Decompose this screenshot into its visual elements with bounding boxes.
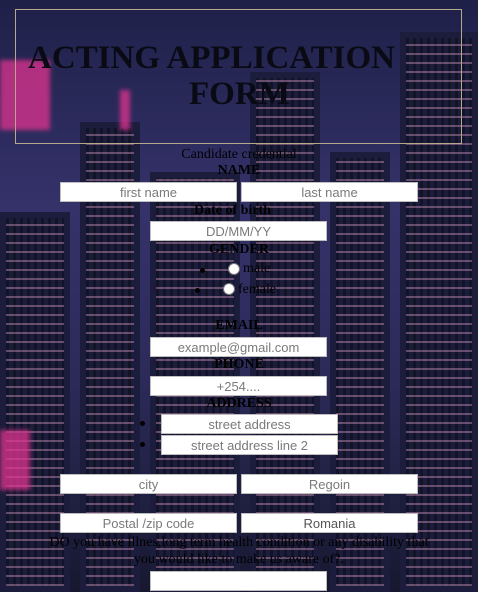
first-name-input[interactable]	[60, 182, 237, 202]
street-address-input[interactable]	[161, 414, 338, 434]
email-label: EMAIL	[215, 318, 263, 333]
health-question-line-1: DO you have illnes,long term health cond…	[49, 535, 429, 550]
address-label: ADDRESS	[206, 396, 272, 411]
gender-label: GENDER	[209, 242, 269, 257]
postal-code-input[interactable]	[60, 513, 237, 533]
region-input[interactable]	[241, 474, 418, 494]
street-address-line2-input[interactable]	[161, 435, 338, 455]
dob-input[interactable]	[150, 221, 327, 241]
name-label: NAME	[217, 163, 261, 178]
last-name-input[interactable]	[241, 182, 418, 202]
list-bullet	[195, 288, 200, 293]
gender-female-label: female	[238, 282, 277, 297]
email-input[interactable]	[150, 337, 327, 357]
health-answer-input[interactable]	[150, 571, 327, 591]
gender-male-radio[interactable]	[228, 263, 240, 275]
phone-label: PHONE	[214, 357, 264, 372]
section-heading: Candidate credential	[181, 147, 297, 162]
page-title-line-2: FORM	[189, 76, 290, 112]
list-bullet	[140, 421, 145, 426]
page-title-line-1: ACTING APPLICATION	[28, 40, 396, 76]
city-input[interactable]	[60, 474, 237, 494]
gender-female-radio[interactable]	[223, 283, 235, 295]
health-question-line-2: you would like to make us aware of?.	[134, 552, 344, 567]
country-input[interactable]	[241, 513, 418, 533]
list-bullet	[140, 442, 145, 447]
list-bullet	[200, 268, 205, 273]
dob-label: Date of birth	[194, 203, 271, 218]
phone-input[interactable]	[150, 376, 327, 396]
gender-male-label: male	[243, 261, 271, 276]
